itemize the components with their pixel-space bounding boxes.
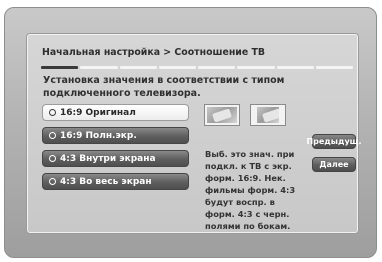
progress-segment bbox=[276, 66, 314, 69]
option-label: 4:3 Внутри экрана bbox=[60, 153, 156, 164]
help-text: Выб. это знач. при подкл. к ТВ с экр. фо… bbox=[205, 149, 296, 231]
progress-segment bbox=[41, 66, 79, 69]
option-label: 16:9 Оригинал bbox=[60, 107, 136, 118]
progress-segment bbox=[119, 66, 157, 69]
progress-segment bbox=[80, 66, 118, 69]
tv-169-screen-icon bbox=[250, 104, 286, 126]
progress-segment bbox=[315, 66, 353, 69]
progress-segment bbox=[198, 66, 236, 69]
next-button[interactable]: Далее bbox=[312, 157, 356, 172]
radio-icon bbox=[49, 178, 56, 185]
radio-icon bbox=[49, 132, 56, 139]
option-169-original[interactable]: 16:9 Оригинал bbox=[42, 104, 189, 121]
page-title: Начальная настройка > Соотношение ТВ bbox=[42, 47, 266, 58]
tv-43-screen-icon bbox=[204, 104, 240, 126]
setup-dialog: Начальная настройка > Соотношение ТВ Уст… bbox=[27, 34, 362, 233]
radio-icon bbox=[49, 155, 56, 162]
option-43-full-screen[interactable]: 4:3 Во весь экран bbox=[42, 173, 189, 190]
progress-segment bbox=[158, 66, 196, 69]
progress-segment bbox=[237, 66, 275, 69]
screen-background: Начальная настройка > Соотношение ТВ Уст… bbox=[4, 7, 377, 258]
option-label: 4:3 Во весь экран bbox=[60, 176, 152, 187]
setup-progress-bar bbox=[41, 66, 353, 69]
aspect-ratio-options: 16:9 Оригинал 16:9 Полн.экр. 4:3 Внутри … bbox=[42, 104, 189, 196]
radio-selected-icon bbox=[49, 109, 56, 116]
instruction-text: Установка значения в соответствии с типо… bbox=[43, 75, 285, 99]
option-43-pillarbox[interactable]: 4:3 Внутри экрана bbox=[42, 150, 189, 167]
option-label: 16:9 Полн.экр. bbox=[60, 130, 137, 141]
previous-button[interactable]: Предыдущ. bbox=[306, 134, 362, 149]
option-169-full-screen[interactable]: 16:9 Полн.экр. bbox=[42, 127, 189, 144]
